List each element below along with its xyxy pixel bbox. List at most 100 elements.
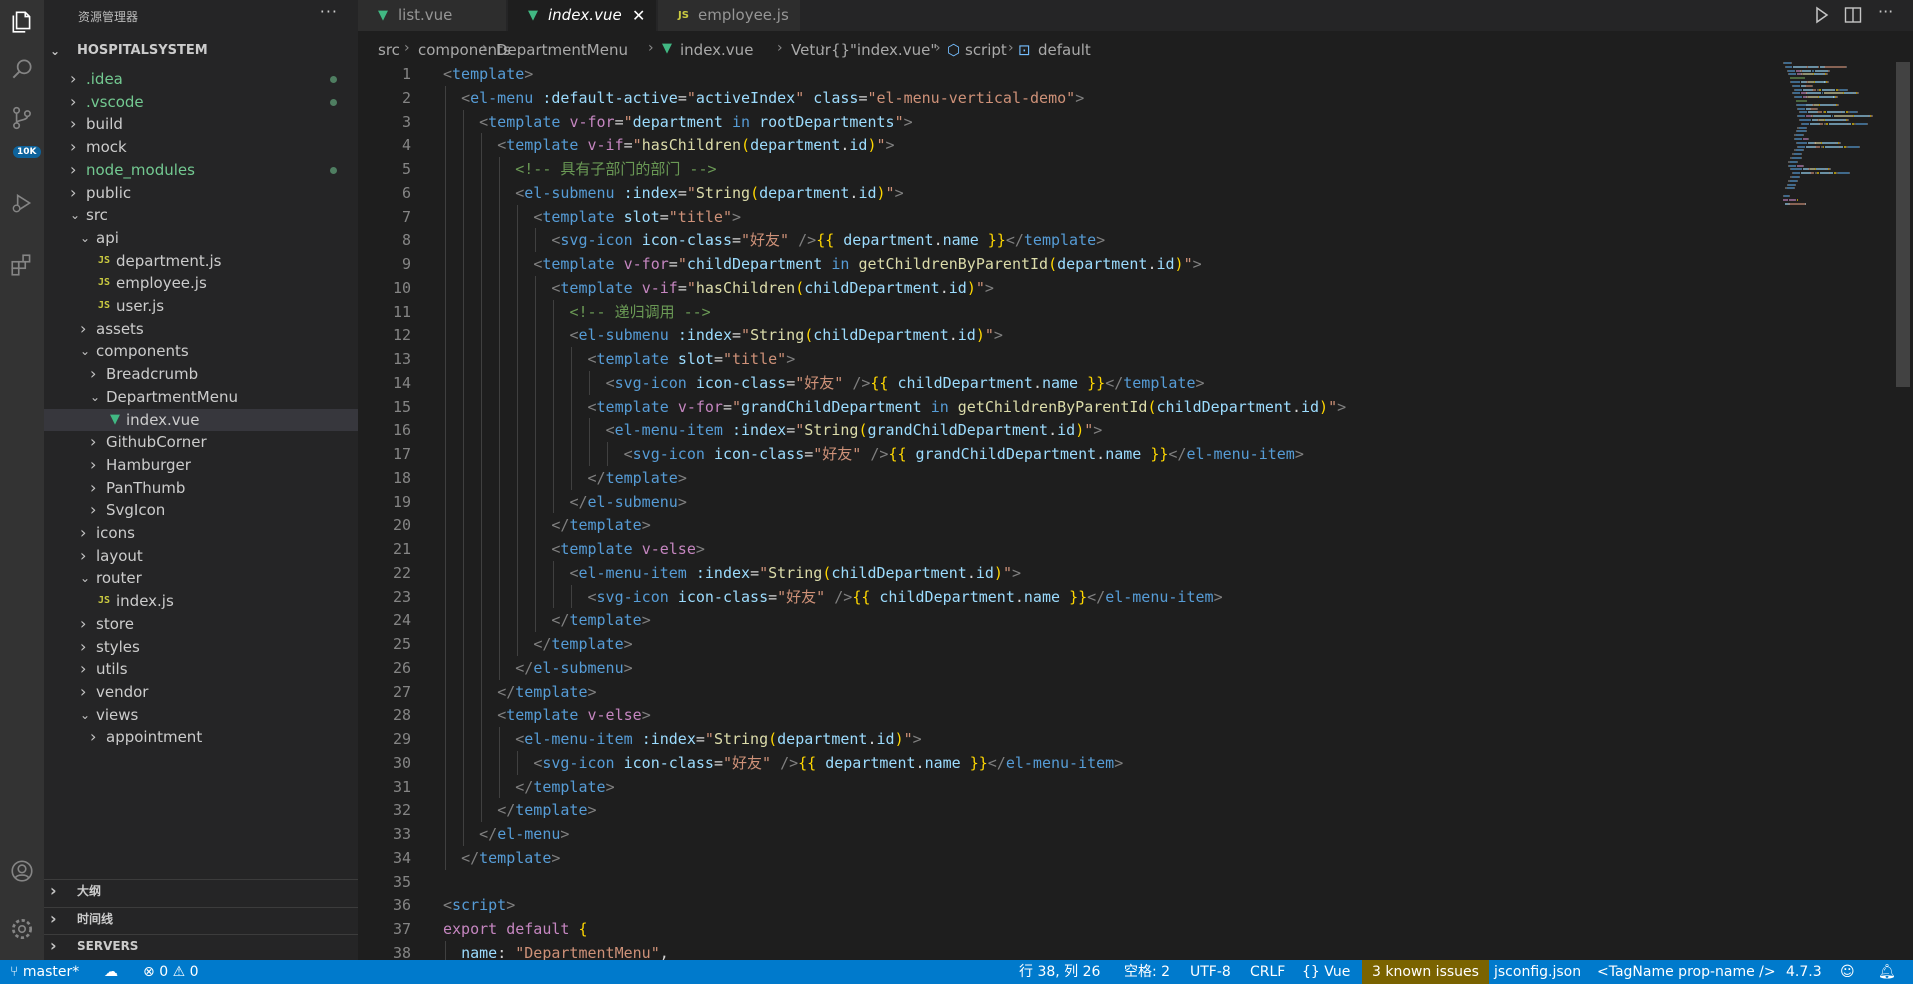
tree-folder[interactable]: › SvgIcon [44, 499, 358, 521]
extensions-icon[interactable] [0, 243, 44, 287]
code-token: v-if [587, 136, 624, 155]
tree-folder[interactable]: ⌄ components [44, 340, 358, 362]
breadcrumb-item[interactable]: default [1038, 41, 1091, 59]
indent-guide [517, 252, 518, 276]
code-token: < [533, 207, 543, 226]
indent-guide [499, 489, 500, 514]
problems-status[interactable]: ⊗ 0 ⚠ 0 [143, 960, 199, 984]
code-token: </ [515, 658, 534, 677]
editor-scrollbar[interactable] [1896, 62, 1910, 387]
indent-guide [553, 394, 554, 419]
tag-hint[interactable]: <TagName prop-name /> [1597, 960, 1776, 984]
split-editor-icon[interactable] [1844, 6, 1862, 28]
known-issues[interactable]: 3 known issues [1362, 960, 1489, 984]
code-token: template [488, 112, 561, 131]
indent-guide [535, 347, 536, 371]
code-token: > [1294, 445, 1304, 463]
indent-guide [481, 370, 482, 395]
branch-status[interactable]: ⑂ master* [10, 960, 79, 984]
chevron-right-icon: › [70, 69, 77, 88]
code-token: department [1057, 255, 1148, 273]
tree-folder[interactable]: › Hamburger [44, 454, 358, 476]
tree-folder[interactable]: › GithubCorner [44, 431, 358, 453]
run-debug-icon[interactable] [0, 181, 44, 225]
tree-folder[interactable]: › Breadcrumb [44, 363, 358, 385]
tree-folder[interactable]: › appointment [44, 726, 358, 748]
breadcrumb-item[interactable]: "index.vue" [850, 41, 937, 59]
tab-1[interactable]: ▼ index.vue ✕ [508, 0, 656, 31]
chevron-right-icon: › [80, 613, 87, 633]
tree-folder[interactable]: ⌄ api [44, 227, 358, 249]
more-actions-icon[interactable]: ··· [320, 2, 338, 21]
tree-folder[interactable]: › node_modules [44, 159, 358, 181]
indent-guide [535, 513, 536, 537]
explorer-icon[interactable] [0, 0, 44, 44]
tree-folder[interactable]: ⌄ router [44, 567, 358, 589]
language-mode[interactable]: {} Vue [1302, 960, 1350, 984]
tree-folder[interactable]: ⌄ src [44, 204, 358, 226]
tree-file[interactable]: JS department.js [44, 250, 358, 272]
tree-folder[interactable]: › utils [44, 658, 358, 680]
tree-folder[interactable]: › assets [44, 318, 358, 340]
tree-folder[interactable]: › store [44, 613, 358, 635]
minimap[interactable] [1783, 62, 1893, 222]
search-icon[interactable] [0, 47, 44, 91]
tree-folder[interactable]: › styles [44, 636, 358, 658]
breadcrumb-item[interactable]: index.vue [680, 41, 753, 59]
notifications-icon[interactable]: 🔔︎ [1878, 960, 1896, 984]
tree-folder[interactable]: ⌄ DepartmentMenu [44, 386, 358, 408]
section-0[interactable]: › 大纲 [44, 879, 358, 902]
tab-0[interactable]: ▼ list.vue [358, 0, 506, 31]
tree-file[interactable]: JS employee.js [44, 272, 358, 294]
version-status[interactable]: 4.7.3 [1786, 960, 1822, 984]
run-icon[interactable] [1814, 6, 1830, 28]
indentation[interactable]: 空格: 2 [1124, 960, 1170, 984]
indent-guide [481, 632, 482, 656]
tree-folder[interactable]: › .vscode [44, 91, 358, 113]
tree-folder[interactable]: › vendor [44, 681, 358, 703]
encoding[interactable]: UTF-8 [1190, 960, 1231, 984]
minimap-token [1825, 145, 1839, 148]
line-ending[interactable]: CRLF [1250, 960, 1285, 984]
breadcrumb-item[interactable]: DepartmentMenu [496, 41, 628, 59]
breadcrumb-item[interactable]: src [378, 41, 400, 59]
feedback-icon[interactable]: ☺ [1840, 960, 1855, 984]
tree-folder[interactable]: › icons [44, 522, 358, 544]
code-token: :index [732, 421, 787, 440]
indent-guide [517, 418, 518, 442]
code-token: id [849, 136, 868, 155]
section-2[interactable]: › SERVERS [44, 934, 358, 957]
tree-file[interactable]: ▼ index.vue [44, 408, 358, 431]
source-control-icon[interactable] [0, 96, 44, 140]
sync-icon[interactable]: ☁ [104, 960, 118, 984]
tree-folder[interactable]: ⌄ views [44, 704, 358, 726]
tab-2[interactable]: JS employee.js [658, 0, 800, 31]
close-icon[interactable]: ✕ [632, 0, 645, 31]
tree-file[interactable]: JS user.js [44, 295, 358, 317]
js-file-icon: JS [98, 277, 111, 289]
settings-icon[interactable] [0, 907, 44, 951]
tree-folder[interactable]: › mock [44, 136, 358, 158]
tree-item-label: DepartmentMenu [106, 387, 238, 406]
tree-folder[interactable]: › layout [44, 545, 358, 567]
indent-guide [445, 940, 446, 960]
tree-folder[interactable]: › build [44, 113, 358, 135]
jsconfig-status[interactable]: jsconfig.json [1494, 960, 1581, 984]
code-editor[interactable]: 1 <template> 2 <el-menu :default-active="a… [358, 62, 1913, 960]
more-actions-icon[interactable]: ··· [1878, 2, 1893, 21]
code-token: template [542, 255, 615, 273]
tree-file[interactable]: JS index.js [44, 590, 358, 612]
account-icon[interactable] [0, 849, 44, 893]
breadcrumb-item[interactable]: script [965, 41, 1007, 59]
tree-folder[interactable]: › PanThumb [44, 477, 358, 499]
code-line: <template v-for="department in rootDepar… [443, 110, 913, 134]
code-token: el-menu [497, 825, 561, 843]
workspace-root[interactable]: ⌄ HOSPITALSYSTEM [44, 40, 358, 62]
code-token: String [713, 730, 769, 748]
tree-folder[interactable]: › .idea [44, 68, 358, 90]
tree-folder[interactable]: › public [44, 182, 358, 204]
chevron-right-icon: › [70, 114, 77, 134]
section-1[interactable]: › 时间线 [44, 906, 358, 930]
cursor-position[interactable]: 行 38, 列 26 [1019, 960, 1100, 984]
